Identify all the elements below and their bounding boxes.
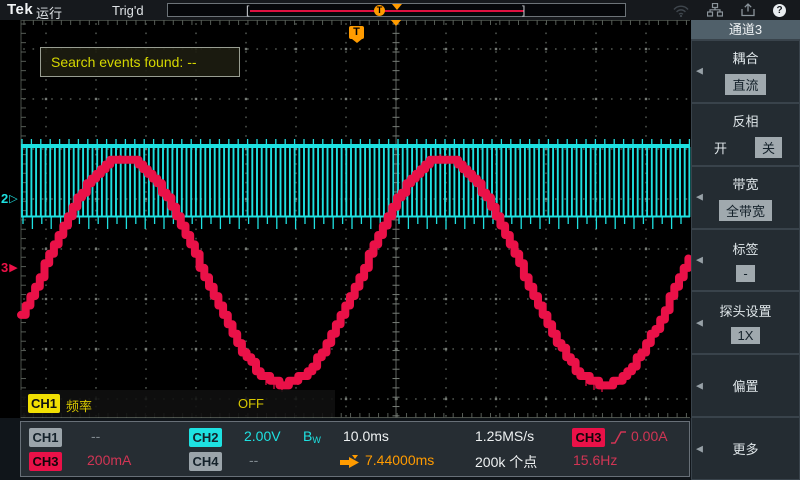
label-value[interactable]: - [736,265,754,282]
measurement-value: OFF [238,396,264,411]
trigger-level-badge: T [349,26,364,39]
menu-section-coupling[interactable]: ◀ 耦合 直流 [692,41,799,102]
ch2-badge[interactable]: CH2 [189,428,222,447]
trigger-level-pointer [352,39,362,43]
waveform-display: Search events found: -- T 2▷ 3▶ CH1 频率 O… [0,0,691,480]
channel3-ground-marker[interactable]: 3▶ [1,259,18,275]
side-menu-title: 通道3 [691,20,800,39]
window-bracket-right: ] [522,3,525,17]
ch3-scale: 200mA [87,452,131,468]
readout-panel: CH1 -- CH2 2.00V BW CH3 200mA CH4 -- 10.… [20,421,690,477]
channel3-marker-arrow-icon: ▶ [9,261,17,274]
invert-off-option[interactable]: 关 [755,137,782,158]
side-menu-channel3: 通道3 ◀ 耦合 直流 反相 开 关 ◀ 带宽 全带宽 ◀ 标签 [691,20,800,480]
delay-time[interactable]: 7.44000ms [365,452,434,468]
acquisition-status: 运行 [36,3,62,22]
menu-section-more[interactable]: ◀ 更多 [692,418,799,479]
trigger-source-badge[interactable]: CH3 [572,428,605,447]
section-label: 偏置 [732,376,758,395]
wifi-icon[interactable] [672,3,690,17]
chevron-left-icon: ◀ [696,317,703,328]
section-label: 更多 [732,439,758,458]
wave-record-view[interactable]: [ ] T [167,3,626,17]
chevron-left-icon: ◀ [696,255,703,266]
record-length: 200k 个点 [475,452,537,472]
record-trigger-icon: T [374,5,385,16]
menu-section-probe-setup[interactable]: ◀ 探头设置 1X [692,292,799,353]
trigger-level: 0.00A [631,428,668,444]
channel2-marker-label: 2 [1,191,8,206]
rising-edge-icon [610,430,627,445]
channel2-marker-arrow-icon: ▷ [9,192,17,205]
section-label: 标签 [732,239,758,258]
chevron-left-icon: ◀ [696,443,703,454]
export-icon[interactable] [740,3,756,17]
help-icon[interactable]: ? [773,4,786,17]
ch1-scale: -- [91,428,100,444]
oscilloscope-screen: Search events found: -- T 2▷ 3▶ CH1 频率 O… [0,0,800,480]
ch2-scale: 2.00V [244,428,281,444]
section-label: 带宽 [732,174,758,193]
bandwidth-value[interactable]: 全带宽 [719,200,772,221]
section-label: 探头设置 [719,301,771,320]
ch4-badge[interactable]: CH4 [189,452,222,471]
measurement-type-label: 频率 [66,396,92,415]
chevron-left-icon: ◀ [696,192,703,203]
horizontal-scale[interactable]: 10.0ms [343,428,389,444]
measurement-channel-badge[interactable]: CH1 [28,394,60,413]
sample-rate: 1.25MS/s [475,428,534,444]
probe-value[interactable]: 1X [731,327,761,344]
top-status-bar: Tek 运行 Trig'd [ ] T [0,0,800,20]
network-icon[interactable] [707,3,723,17]
bottom-readout-strip: CH1 -- CH2 2.00V BW CH3 200mA CH4 -- 10.… [0,418,691,480]
record-line [250,10,524,12]
menu-section-label[interactable]: ◀ 标签 - [692,230,799,291]
search-events-banner: Search events found: -- [40,47,240,77]
measurement-bar[interactable]: CH1 频率 OFF [20,390,335,417]
section-label: 耦合 [732,48,758,67]
ch3-badge[interactable]: CH3 [29,452,62,471]
channel3-marker-label: 3 [1,260,8,275]
chevron-left-icon: ◀ [696,380,703,391]
window-bracket-left: [ [246,3,249,17]
record-expansion-icon [392,4,402,10]
ch2-bandwidth-icon: BW [303,428,321,445]
trigger-status: Trig'd [112,3,144,18]
menu-section-bandwidth[interactable]: ◀ 带宽 全带宽 [692,167,799,228]
trigger-frequency: 15.6Hz [573,452,617,468]
chevron-left-icon: ◀ [696,66,703,77]
coupling-value[interactable]: 直流 [725,74,765,95]
trigger-level-icon[interactable]: T [349,26,364,43]
channel2-ground-marker[interactable]: 2▷ [1,190,18,206]
menu-section-invert[interactable]: 反相 开 关 [692,104,799,165]
tek-logo: Tek [7,1,33,18]
invert-on-option[interactable]: 开 [714,138,727,157]
ch4-scale: -- [249,452,258,468]
ch1-badge[interactable]: CH1 [29,428,62,447]
section-label: 反相 [732,111,758,130]
menu-section-offset[interactable]: ◀ 偏置 [692,355,799,416]
trigger-position-icon[interactable] [390,19,402,26]
delay-arrow-icon [339,454,361,469]
